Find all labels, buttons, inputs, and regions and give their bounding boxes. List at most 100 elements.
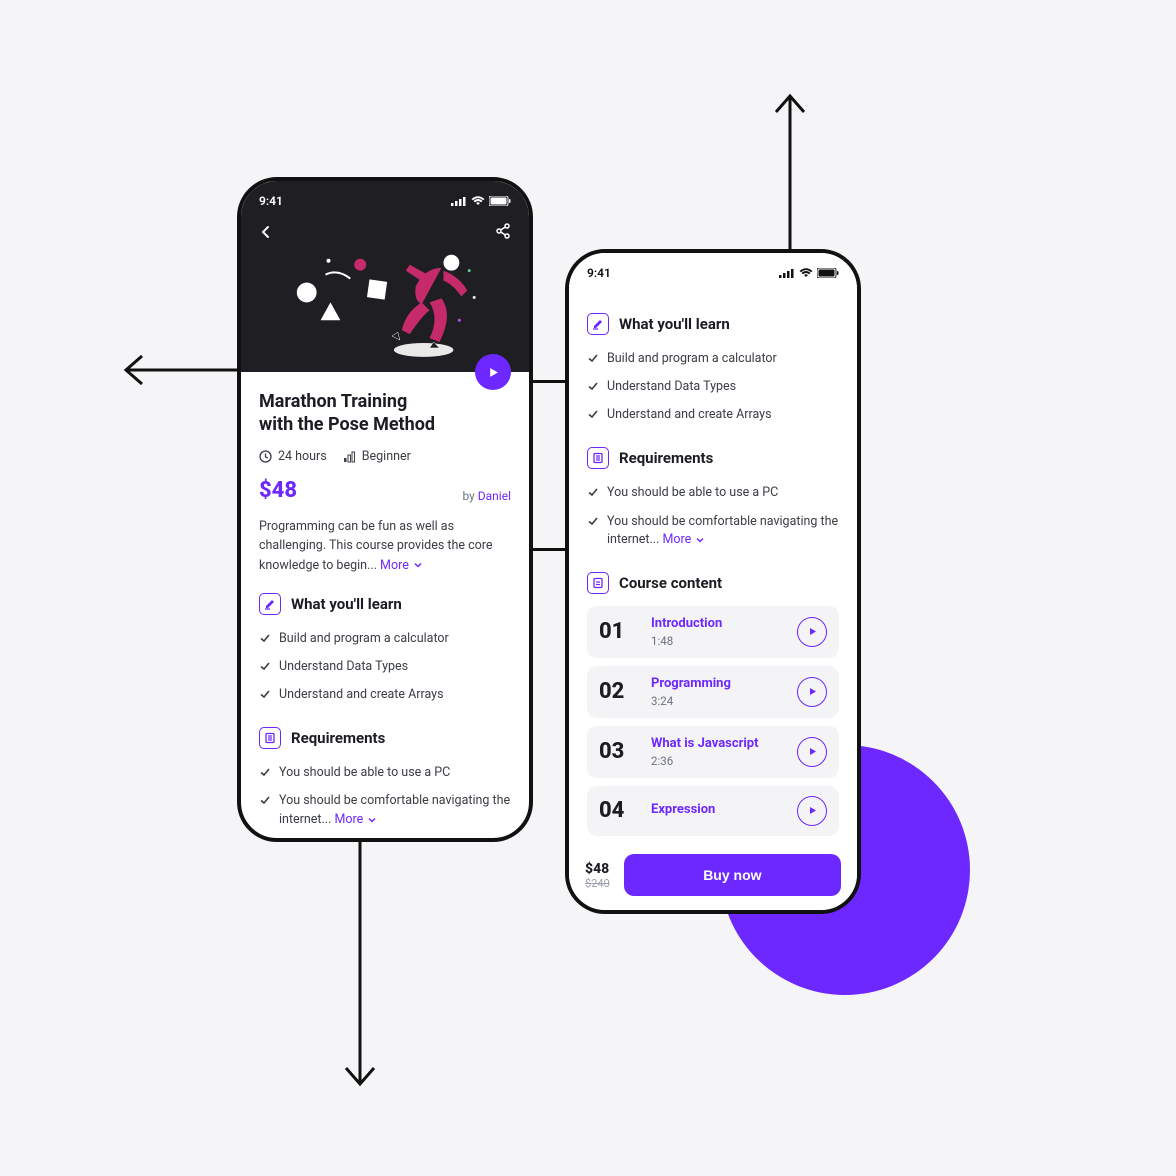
requirements-section-header: Requirements: [587, 447, 839, 469]
course-level: Beginner: [362, 449, 411, 464]
course-author: by Daniel: [462, 489, 511, 503]
lesson-row[interactable]: 03 What is Javascript 2:36: [587, 726, 839, 778]
list-icon: [587, 447, 609, 469]
learn-section-title: What you'll learn: [619, 315, 730, 333]
lesson-number: 01: [599, 619, 637, 644]
lesson-number: 04: [599, 798, 637, 823]
content-section-header: Course content: [587, 572, 839, 594]
hero-illustration: [271, 233, 499, 362]
check-icon: [587, 352, 599, 364]
course-detail-top-screen: 9:41: [237, 177, 533, 842]
check-icon: [587, 486, 599, 498]
list-item: Understand Data Types: [259, 653, 511, 681]
lesson-number: 02: [599, 679, 637, 704]
course-title: Marathon Training with the Pose Method: [259, 390, 511, 437]
play-icon: [808, 747, 817, 756]
list-item: You should be comfortable navigating the…: [259, 787, 511, 833]
learn-list: Build and program a calculator Understan…: [587, 345, 839, 429]
chevron-down-icon: [695, 535, 705, 545]
lesson-duration: 1:48: [651, 634, 783, 648]
list-item: You should be able to use a PC: [259, 759, 511, 787]
lesson-title: Introduction: [651, 616, 783, 631]
play-icon: [808, 627, 817, 636]
check-icon: [259, 660, 271, 672]
course-detail-scroll[interactable]: Marathon Training with the Pose Method 2…: [241, 372, 529, 838]
content-section-title: Course content: [619, 574, 722, 592]
course-detail-bottom-screen: 9:41 What you'll learn Build and program…: [565, 249, 861, 914]
lesson-play-button[interactable]: [797, 796, 827, 826]
requirements-section-title: Requirements: [619, 449, 713, 467]
course-price: $48: [259, 478, 297, 503]
check-icon: [259, 794, 271, 806]
learn-list: Build and program a calculator Understan…: [259, 625, 511, 709]
play-preview-button[interactable]: [475, 354, 511, 390]
signal-icon: [451, 196, 467, 206]
learn-section-title: What you'll learn: [291, 595, 402, 613]
list-item: You should be comfortable navigating the…: [587, 508, 839, 554]
requirements-section-header: Requirements: [259, 727, 511, 749]
requirements-list: You should be able to use a PC You shoul…: [259, 759, 511, 833]
pencil-icon: [587, 313, 609, 335]
requirements-list: You should be able to use a PC You shoul…: [587, 479, 839, 553]
lesson-row[interactable]: 01 Introduction 1:48: [587, 606, 839, 658]
status-time: 9:41: [587, 266, 611, 280]
status-bar: 9:41: [241, 181, 529, 215]
requirements-more-button[interactable]: More: [663, 531, 706, 549]
check-icon: [259, 632, 271, 644]
pencil-icon: [259, 593, 281, 615]
check-icon: [259, 766, 271, 778]
list-item: Build and program a calculator: [259, 625, 511, 653]
requirements-more-button[interactable]: More: [335, 811, 378, 829]
course-duration: 24 hours: [278, 449, 327, 464]
status-bar: 9:41: [569, 253, 857, 287]
lesson-play-button[interactable]: [797, 677, 827, 707]
list-item: Build and program a calculator: [587, 345, 839, 373]
battery-icon: [817, 268, 839, 278]
content-icon: [587, 572, 609, 594]
chevron-down-icon: [367, 815, 377, 825]
original-price: $240: [585, 877, 610, 890]
lesson-row[interactable]: 04 Expression: [587, 786, 839, 836]
learn-section-header: What you'll learn: [587, 313, 839, 335]
learn-section-header: What you'll learn: [259, 593, 511, 615]
play-icon: [808, 687, 817, 696]
check-icon: [587, 515, 599, 527]
course-hero: [241, 215, 529, 372]
lesson-play-button[interactable]: [797, 737, 827, 767]
list-item: You should be able to use a PC: [587, 479, 839, 507]
course-detail-scroll[interactable]: What you'll learn Build and program a ca…: [569, 287, 857, 910]
connector-line: [533, 380, 568, 383]
wifi-icon: [471, 196, 485, 206]
author-link[interactable]: Daniel: [478, 489, 511, 503]
current-price: $48: [585, 861, 610, 877]
chevron-down-icon: [413, 560, 423, 570]
check-icon: [259, 688, 271, 700]
check-icon: [587, 380, 599, 392]
lesson-row[interactable]: 02 Programming 3:24: [587, 666, 839, 718]
description-more-button[interactable]: More: [380, 556, 423, 575]
course-description: Programming can be fun as well as challe…: [259, 517, 511, 575]
signal-icon: [779, 268, 795, 278]
lesson-title: Expression: [651, 802, 783, 817]
check-icon: [587, 408, 599, 420]
lesson-duration: 2:36: [651, 754, 783, 768]
list-item: Understand and create Arrays: [587, 401, 839, 429]
lesson-number: 03: [599, 739, 637, 764]
purchase-bar: $48 $240 Buy now: [569, 844, 857, 910]
arrow-up-icon: [770, 90, 810, 260]
play-icon: [808, 806, 817, 815]
play-icon: [488, 367, 499, 378]
lesson-title: What is Javascript: [651, 736, 783, 751]
lesson-play-button[interactable]: [797, 617, 827, 647]
buy-now-button[interactable]: Buy now: [624, 854, 841, 896]
status-time: 9:41: [259, 194, 283, 208]
arrow-left-icon: [120, 350, 245, 390]
lessons-list: 01 Introduction 1:48 02 Programming 3:24: [587, 606, 839, 836]
battery-icon: [489, 196, 511, 206]
lesson-duration: 3:24: [651, 694, 783, 708]
wifi-icon: [799, 268, 813, 278]
connector-line: [533, 548, 568, 551]
list-item: Understand and create Arrays: [259, 681, 511, 709]
level-icon: [343, 450, 356, 463]
lesson-title: Programming: [651, 676, 783, 691]
